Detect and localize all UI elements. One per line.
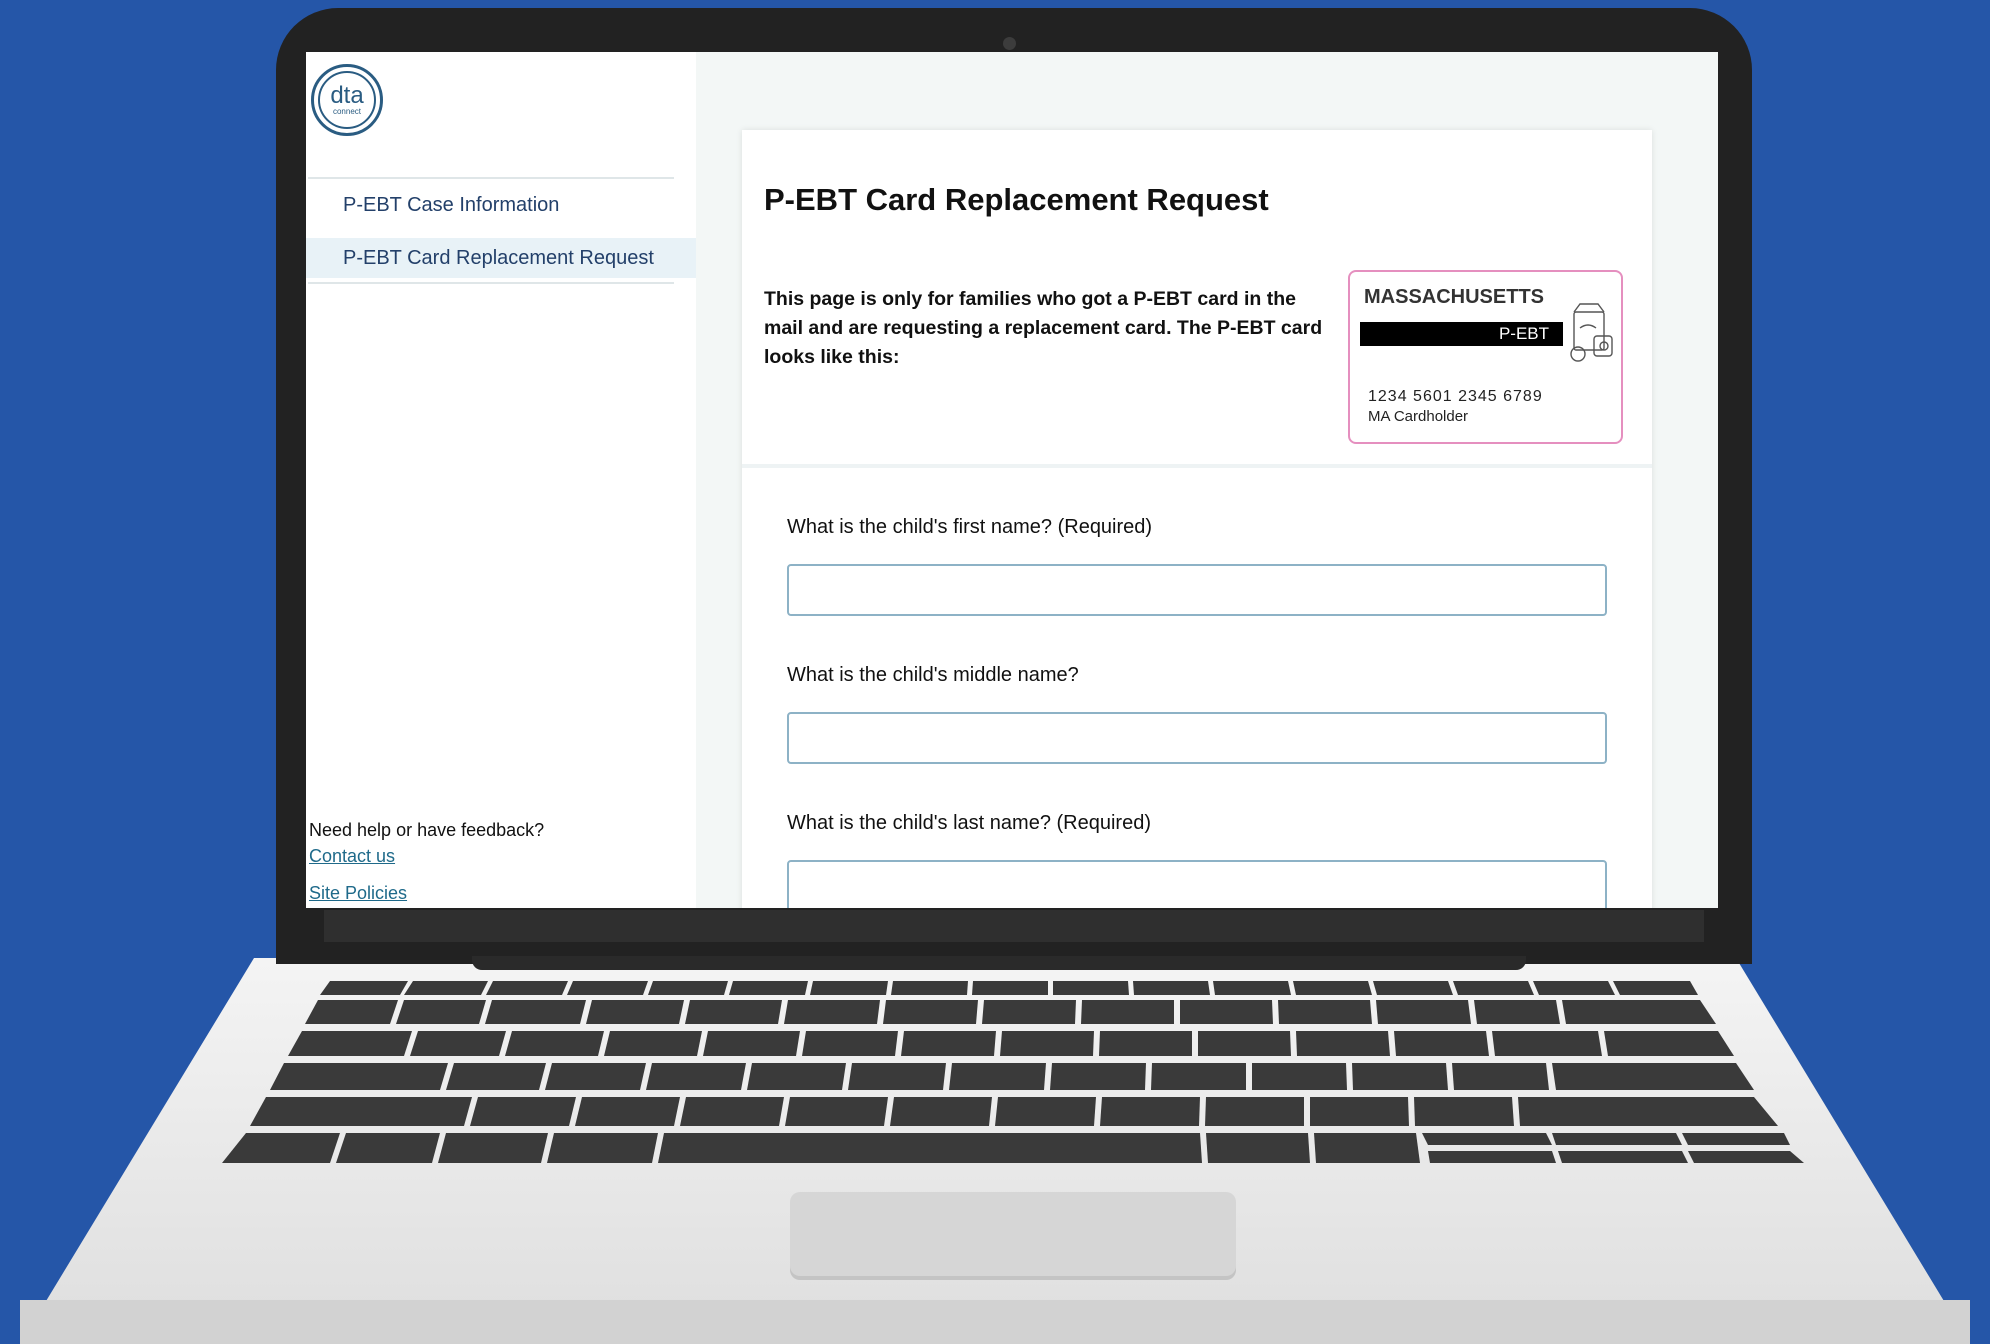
ebt-card-bar: P-EBT <box>1360 322 1563 346</box>
sidebar-item-case-information[interactable]: P-EBT Case Information <box>306 185 696 225</box>
middle-name-input[interactable] <box>787 712 1607 764</box>
ebt-card-program: P-EBT <box>1498 324 1549 343</box>
last-name-input[interactable] <box>787 860 1607 908</box>
ebt-card-state: MASSACHUSETTS <box>1364 286 1545 308</box>
lunch-bag-icon <box>1570 303 1613 362</box>
help-text: Need help or have feedback? <box>309 820 545 840</box>
sidebar: dta connect P-EBT Case Information P-EBT… <box>306 52 696 908</box>
contact-us-link[interactable]: Contact us <box>309 846 395 867</box>
first-name-label: What is the child's first name? (Require… <box>787 516 1153 538</box>
ebt-card-number: 1234 5601 2345 6789 <box>1368 388 1543 405</box>
screen: dta connect P-EBT Case Information P-EBT… <box>306 52 1718 908</box>
ebt-card-image: MASSACHUSETTS P-EBT 1234 5601 2345 6789 … <box>1348 270 1623 444</box>
section-divider <box>742 464 1652 468</box>
nav-divider <box>308 282 674 284</box>
logo-ring: dta connect <box>318 71 376 129</box>
logo-main-text: dta <box>330 81 364 109</box>
camera-icon <box>1003 37 1016 50</box>
ebt-card-holder: MA Cardholder <box>1368 408 1469 425</box>
site-policies-link[interactable]: Site Policies <box>309 883 407 904</box>
trackpad <box>790 1192 1236 1276</box>
laptop-hinge <box>472 956 1526 970</box>
first-name-input[interactable] <box>787 564 1607 616</box>
middle-name-label: What is the child's middle name? <box>787 664 1079 686</box>
form-card: P-EBT Card Replacement Request This page… <box>742 130 1652 908</box>
nav-divider <box>308 177 674 179</box>
last-name-label: What is the child's last name? (Required… <box>787 812 1151 834</box>
page-title: P-EBT Card Replacement Request <box>764 182 1269 217</box>
sidebar-item-card-replacement[interactable]: P-EBT Card Replacement Request <box>306 238 696 278</box>
dta-connect-logo[interactable]: dta connect <box>311 64 383 136</box>
logo-sub-text: connect <box>332 106 362 116</box>
intro-text: This page is only for families who got a… <box>764 288 1323 368</box>
screen-bezel-chin <box>324 910 1704 942</box>
